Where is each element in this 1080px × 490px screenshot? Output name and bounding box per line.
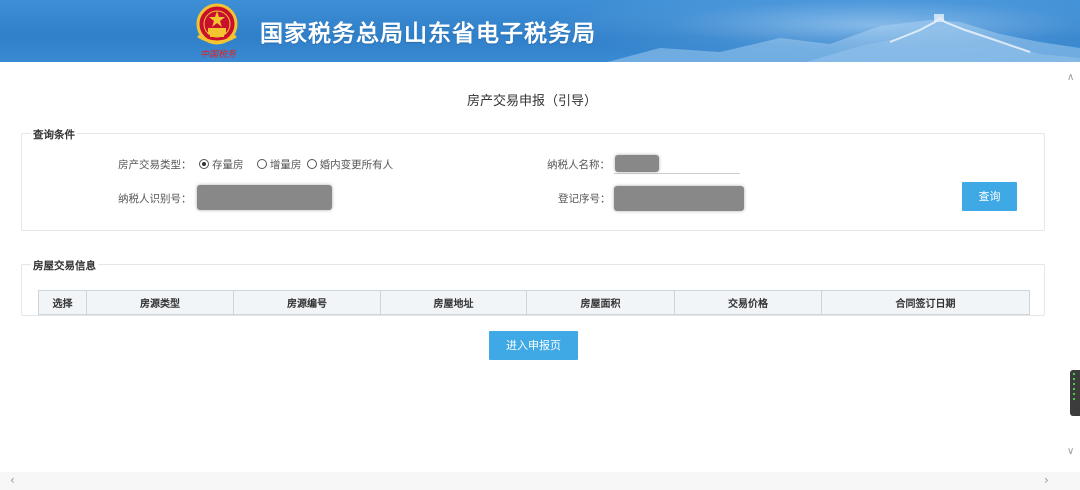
site-title: 国家税务总局山东省电子税务局 — [260, 21, 596, 47]
query-panel — [21, 133, 1045, 231]
column-header-select: 选择 — [38, 290, 87, 315]
column-header-area: 房屋面积 — [526, 290, 675, 315]
radio-unchecked-icon[interactable] — [256, 159, 267, 169]
taxpayer-id-label: 纳税人识别号： — [118, 193, 192, 205]
house-info-legend: 房屋交易信息 — [31, 258, 98, 273]
vertical-scrollbar[interactable]: ∧ ∨ — [1064, 62, 1080, 472]
radio-checked-icon[interactable] — [199, 159, 209, 169]
chevron-left-icon[interactable]: ‹ — [10, 473, 15, 487]
redacted-register-no[interactable] — [614, 186, 744, 211]
page-title: 房产交易申报（引导） — [466, 94, 597, 109]
house-info-table: 选择 房源类型 房源编号 房屋地址 房屋面积 交易价格 合同签订日期 — [38, 290, 1030, 315]
redacted-taxpayer-name — [615, 155, 659, 172]
column-header-price: 交易价格 — [674, 290, 822, 315]
enter-declaration-button[interactable]: 进入申报页 — [489, 331, 578, 360]
chevron-up-icon[interactable]: ∧ — [1067, 72, 1074, 83]
column-header-house-id: 房源编号 — [233, 290, 381, 315]
site-header: 中国税务 国家税务总局山东省电子税务局 — [0, 0, 1080, 62]
radio-option-marital-change[interactable]: 婚内变更所有人 — [306, 159, 393, 171]
emblem-caption: 中国税务 — [199, 50, 236, 60]
chevron-right-icon[interactable]: › — [1044, 473, 1049, 487]
transaction-type-radio-group: 存量房 增量房 婚内变更所有人 — [199, 157, 403, 172]
radio-option-existing[interactable]: 存量房 — [199, 159, 244, 171]
column-header-contract-date: 合同签订日期 — [821, 290, 1030, 315]
query-panel-legend: 查询条件 — [31, 127, 77, 142]
redacted-taxpayer-id[interactable] — [197, 185, 332, 210]
taxpayer-name-label: 纳税人名称： — [547, 159, 610, 171]
column-header-house-type: 房源类型 — [86, 290, 234, 315]
radio-option-new[interactable]: 增量房 — [256, 159, 301, 171]
search-button[interactable]: 查询 — [962, 182, 1017, 211]
radio-unchecked-icon[interactable] — [306, 159, 317, 169]
table-header-row: 选择 房源类型 房源编号 房屋地址 房屋面积 交易价格 合同签订日期 — [38, 290, 1030, 315]
horizontal-scrollbar[interactable]: ‹ › — [0, 472, 1080, 490]
transaction-type-label: 房产交易类型： — [118, 159, 192, 171]
great-wall-illustration — [607, 14, 1080, 62]
register-no-label: 登记序号： — [558, 193, 611, 205]
chevron-down-icon[interactable]: ∨ — [1067, 446, 1074, 457]
scrollbar-thumb[interactable] — [1070, 370, 1080, 416]
column-header-address: 房屋地址 — [380, 290, 527, 315]
